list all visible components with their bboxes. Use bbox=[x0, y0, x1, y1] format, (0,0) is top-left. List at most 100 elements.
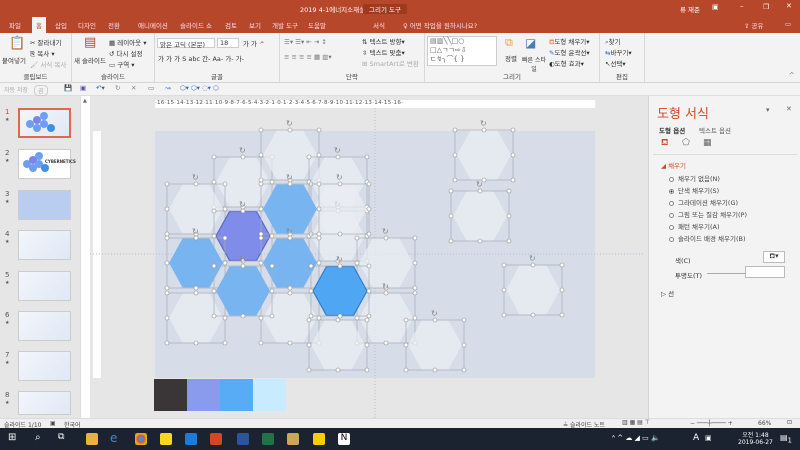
resize-handle[interactable] bbox=[258, 206, 264, 212]
palette-swatch[interactable] bbox=[154, 379, 187, 411]
resize-handle[interactable] bbox=[412, 260, 418, 266]
fill-option-radio[interactable]: 패턴 채우기(A) bbox=[669, 221, 720, 231]
fill-section-header[interactable]: ◢ 채우기 bbox=[661, 160, 686, 170]
resize-handle[interactable] bbox=[412, 290, 418, 296]
resize-handle[interactable] bbox=[366, 181, 372, 187]
resize-handle[interactable] bbox=[164, 315, 170, 321]
resize-handle[interactable] bbox=[287, 127, 293, 133]
close-button[interactable]: ✕ bbox=[786, 2, 792, 10]
resize-handle[interactable] bbox=[337, 263, 343, 269]
rotate-handle-icon[interactable]: ↻ bbox=[239, 255, 246, 264]
fill-option-radio[interactable]: 슬라이드 배경 채우기(B) bbox=[669, 233, 745, 243]
resize-handle[interactable] bbox=[316, 181, 322, 187]
file-explorer-icon[interactable] bbox=[86, 433, 98, 445]
resize-handle[interactable] bbox=[510, 177, 516, 183]
system-tray-icons[interactable]: ᴬ ^ ☁ ◢ ▭ 🔈 bbox=[612, 434, 660, 442]
radio-button[interactable] bbox=[669, 188, 674, 194]
tab-text-options[interactable]: 텍스트 옵션 bbox=[699, 125, 731, 135]
resize-handle[interactable] bbox=[164, 290, 170, 296]
ghost-hexagon[interactable] bbox=[506, 265, 560, 315]
resize-handle[interactable] bbox=[366, 231, 372, 237]
hexagon-blue[interactable] bbox=[169, 238, 223, 288]
resize-handle[interactable] bbox=[287, 235, 293, 241]
effects-icon[interactable]: ⬠ bbox=[682, 138, 690, 148]
rotate-handle-icon[interactable]: ↻ bbox=[192, 227, 199, 236]
resize-handle[interactable] bbox=[461, 342, 467, 348]
resize-handle[interactable] bbox=[211, 313, 217, 319]
radio-button[interactable] bbox=[669, 236, 674, 242]
resize-handle[interactable] bbox=[258, 260, 264, 266]
share-button[interactable]: ⇪ 공유 bbox=[744, 20, 763, 30]
edge-icon[interactable]: e bbox=[110, 431, 122, 445]
palette-swatch[interactable] bbox=[187, 379, 220, 411]
resize-handle[interactable] bbox=[461, 317, 467, 323]
rotate-handle-icon[interactable]: ↻ bbox=[192, 173, 199, 182]
resize-handle[interactable] bbox=[193, 235, 199, 241]
resize-handle[interactable] bbox=[337, 231, 343, 237]
resize-handle[interactable] bbox=[269, 288, 275, 294]
resize-handle[interactable] bbox=[269, 263, 275, 269]
windows-start-icon[interactable]: ⊞ bbox=[8, 432, 16, 443]
resize-handle[interactable] bbox=[287, 285, 293, 291]
snipping-icon[interactable] bbox=[287, 433, 299, 445]
resize-handle[interactable] bbox=[211, 179, 217, 185]
resize-handle[interactable] bbox=[364, 367, 370, 373]
resize-handle[interactable] bbox=[258, 231, 264, 237]
resize-handle[interactable] bbox=[337, 181, 343, 187]
restore-button[interactable]: ❐ bbox=[763, 3, 769, 11]
resize-handle[interactable] bbox=[222, 260, 228, 266]
resize-handle[interactable] bbox=[258, 181, 264, 187]
resize-handle[interactable] bbox=[559, 312, 565, 318]
resize-handle[interactable] bbox=[258, 127, 264, 133]
resize-handle[interactable] bbox=[366, 313, 372, 319]
notifications-icon[interactable]: ▤1 bbox=[780, 433, 792, 445]
fill-option-radio[interactable]: 그림 또는 질감 채우기(P) bbox=[669, 209, 747, 219]
resize-handle[interactable] bbox=[477, 188, 483, 194]
resize-handle[interactable] bbox=[306, 154, 312, 160]
resize-handle[interactable] bbox=[308, 313, 314, 319]
rotate-handle-icon[interactable]: ↻ bbox=[239, 200, 246, 209]
resize-handle[interactable] bbox=[364, 317, 370, 323]
notion-icon[interactable]: N bbox=[338, 433, 350, 445]
resize-handle[interactable] bbox=[335, 317, 341, 323]
resize-handle[interactable] bbox=[316, 206, 322, 212]
fill-option-radio[interactable]: 채우기 없음(N) bbox=[669, 173, 720, 183]
resize-handle[interactable] bbox=[366, 206, 372, 212]
resize-handle[interactable] bbox=[258, 235, 264, 241]
resize-handle[interactable] bbox=[164, 260, 170, 266]
resize-handle[interactable] bbox=[461, 367, 467, 373]
resize-handle[interactable] bbox=[240, 208, 246, 214]
resize-handle[interactable] bbox=[501, 287, 507, 293]
radio-button[interactable] bbox=[669, 224, 674, 230]
resize-handle[interactable] bbox=[164, 235, 170, 241]
resize-handle[interactable] bbox=[337, 313, 343, 319]
resize-handle[interactable] bbox=[448, 238, 454, 244]
rotate-handle-icon[interactable]: ↻ bbox=[286, 227, 293, 236]
kakaotalk-icon[interactable] bbox=[160, 433, 172, 445]
resize-handle[interactable] bbox=[383, 235, 389, 241]
resize-handle[interactable] bbox=[403, 317, 409, 323]
rotate-handle-icon[interactable]: ↻ bbox=[239, 146, 246, 155]
chrome-icon[interactable] bbox=[135, 433, 147, 445]
resize-handle[interactable] bbox=[506, 188, 512, 194]
resize-handle[interactable] bbox=[211, 263, 217, 269]
spellcheck-icon[interactable]: ▣ bbox=[50, 420, 56, 427]
resize-handle[interactable] bbox=[354, 260, 360, 266]
rotate-handle-icon[interactable]: ↻ bbox=[334, 146, 341, 155]
resize-handle[interactable] bbox=[316, 315, 322, 321]
resize-handle[interactable] bbox=[448, 188, 454, 194]
resize-handle[interactable] bbox=[366, 263, 372, 269]
resize-handle[interactable] bbox=[383, 340, 389, 346]
rotate-handle-icon[interactable]: ↻ bbox=[336, 173, 343, 182]
resize-handle[interactable] bbox=[193, 340, 199, 346]
tab-shape-options[interactable]: 도형 옵션 bbox=[659, 125, 685, 135]
resize-handle[interactable] bbox=[287, 340, 293, 346]
rotate-handle-icon[interactable]: ↻ bbox=[431, 309, 438, 318]
resize-handle[interactable] bbox=[269, 233, 275, 239]
palette-swatch[interactable] bbox=[220, 379, 253, 411]
resize-handle[interactable] bbox=[501, 312, 507, 318]
word-icon[interactable] bbox=[237, 433, 249, 445]
excel-icon[interactable] bbox=[262, 433, 274, 445]
resize-handle[interactable] bbox=[559, 262, 565, 268]
fill-option-radio[interactable]: 그라데이션 채우기(G) bbox=[669, 197, 738, 207]
